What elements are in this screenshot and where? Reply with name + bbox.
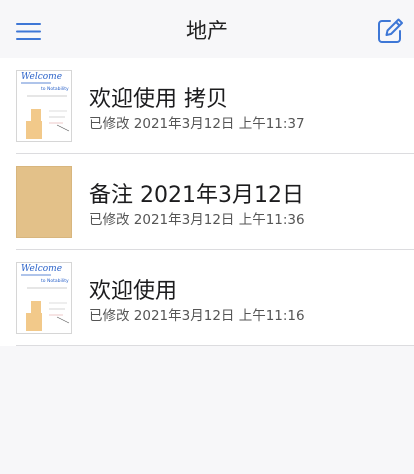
- document-list: Welcome to Notability 欢迎使用 拷贝 已修改 2021年3…: [0, 58, 414, 346]
- thumbnail-title: Welcome: [21, 72, 63, 82]
- document-row[interactable]: 备注 2021年3月12日 已修改 2021年3月12日 上午11:36: [0, 154, 414, 250]
- svg-text:to Notability: to Notability: [41, 86, 69, 92]
- document-modified-date: 已修改 2021年3月12日 上午11:16: [89, 308, 305, 324]
- welcome-notebook-thumbnail: Welcome to Notability: [16, 262, 72, 334]
- compose-icon[interactable]: [377, 17, 404, 44]
- page-title: 地产: [186, 19, 228, 43]
- navigation-bar: 地产: [0, 0, 414, 58]
- hamburger-menu-icon[interactable]: [16, 22, 41, 41]
- thumbnail-title: Welcome: [21, 264, 63, 274]
- document-title: 欢迎使用 拷贝: [89, 87, 228, 112]
- document-row[interactable]: Welcome to Notability 欢迎使用 已修改 2021年3月12…: [0, 250, 414, 346]
- document-row[interactable]: Welcome to Notability 欢迎使用 拷贝 已修改 2021年3…: [0, 58, 414, 154]
- document-title: 备注 2021年3月12日: [89, 183, 304, 208]
- svg-text:to Notability: to Notability: [41, 278, 69, 284]
- kraft-paper-thumbnail: [16, 166, 72, 238]
- document-title: 欢迎使用: [89, 279, 178, 304]
- document-modified-date: 已修改 2021年3月12日 上午11:36: [89, 212, 305, 228]
- document-modified-date: 已修改 2021年3月12日 上午11:37: [89, 116, 305, 132]
- notes-screen: 地产 Welcome to Notability 欢迎使用 拷贝 已修改 202…: [0, 0, 414, 474]
- welcome-notebook-thumbnail: Welcome to Notability: [16, 70, 72, 142]
